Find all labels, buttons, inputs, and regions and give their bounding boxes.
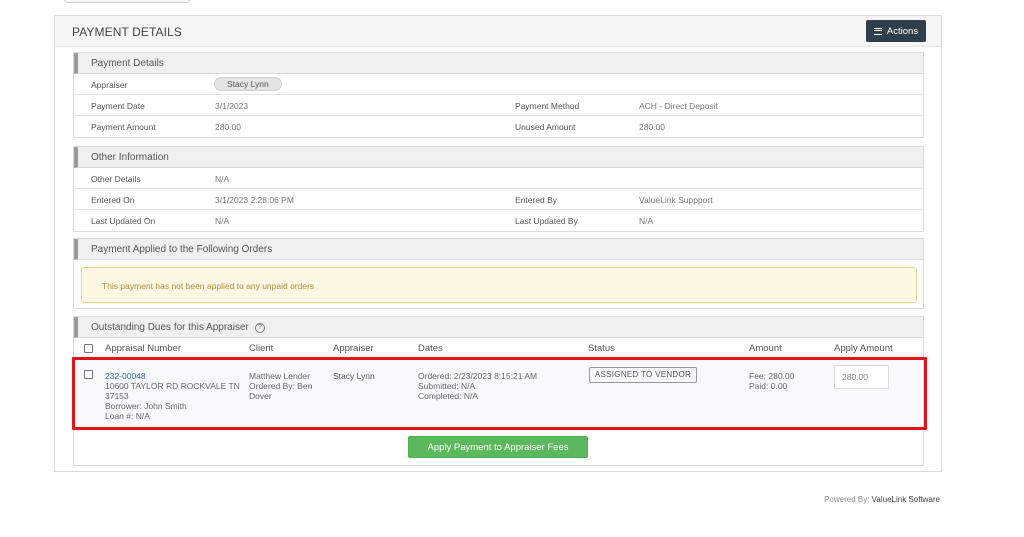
top-toolbar-button[interactable] <box>64 0 190 3</box>
entered-on-value: 3/1/2023 2:28:06 PM <box>215 195 294 205</box>
appraiser-label: Appraiser <box>91 80 128 90</box>
payment-method-value: ACH - Direct Deposit <box>639 101 718 111</box>
payment-amount-value: 280.00 <box>215 122 241 132</box>
appraiser-row: Appraiser Stacy Lynn <box>74 74 923 95</box>
last-updated-by-label: Last Updated By <box>515 216 578 226</box>
actions-button[interactable]: Actions <box>866 20 926 42</box>
select-all-checkbox[interactable] <box>84 344 93 353</box>
help-icon[interactable]: ? <box>254 323 265 333</box>
other-details-value: N/A <box>215 174 230 184</box>
section-header: Payment Details <box>74 53 923 74</box>
section-header: Payment Applied to the Following Orders <box>74 239 923 260</box>
entered-on-label: Entered On <box>91 195 135 205</box>
entered-row: Entered On 3/1/2023 2:28:06 PM Entered B… <box>74 189 923 210</box>
last-updated-row: Last Updated On N/A Last Updated By N/A <box>74 210 923 231</box>
appraiser-pill: Stacy Lynn <box>214 77 282 91</box>
menu-icon <box>873 27 882 35</box>
warning-alert: This payment has not been applied to any… <box>81 267 917 303</box>
payment-amount-label: Payment Amount <box>91 122 156 132</box>
applied-orders-section: Payment Applied to the Following Orders … <box>73 238 924 309</box>
alert-text: This payment has not been applied to any… <box>102 281 315 291</box>
column-apply-amount[interactable]: Apply Amount <box>834 343 893 354</box>
column-amount[interactable]: Amount <box>749 343 782 354</box>
unused-amount-label: Unused Amount <box>515 122 576 132</box>
section-title: Other Information <box>91 152 169 163</box>
footer: Powered By: ValueLink Software <box>824 495 940 504</box>
entered-by-label: Entered By <box>515 195 558 205</box>
column-client[interactable]: Client <box>249 343 273 354</box>
powered-by-text: Powered By: <box>824 495 870 504</box>
payment-amount-row: Payment Amount 280.00 Unused Amount 280.… <box>74 116 923 137</box>
table-header: Appraisal Number Client Appraiser Dates … <box>74 338 923 358</box>
section-header: Outstanding Dues for this Appraiser? <box>74 317 923 338</box>
section-header: Other Information <box>74 147 923 168</box>
last-updated-on-label: Last Updated On <box>91 216 156 226</box>
other-details-row: Other Details N/A <box>74 168 923 189</box>
other-information-section: Other Information Other Details N/A Ente… <box>73 146 924 232</box>
entered-by-value: ValueLink Suppport <box>639 195 713 205</box>
column-status[interactable]: Status <box>588 343 615 354</box>
section-title: Outstanding Dues for this Appraiser? <box>91 322 265 333</box>
actions-label: Actions <box>886 25 919 37</box>
payment-date-value: 3/1/2023 <box>215 101 249 111</box>
highlight-box <box>72 357 927 430</box>
payment-method-label: Payment Method <box>515 101 580 111</box>
panel-header: PAYMENT DETAILS Actions <box>55 16 941 47</box>
last-updated-by-value: N/A <box>639 216 654 226</box>
payment-details-panel: PAYMENT DETAILS Actions Payment Details … <box>54 15 942 472</box>
payment-date-row: Payment Date 3/1/2023 Payment Method ACH… <box>74 95 923 116</box>
column-dates[interactable]: Dates <box>418 343 443 354</box>
payment-date-label: Payment Date <box>91 101 145 111</box>
other-details-label: Other Details <box>91 174 141 184</box>
page-title: PAYMENT DETAILS <box>72 25 182 39</box>
column-appraiser[interactable]: Appraiser <box>333 343 374 354</box>
section-title: Payment Applied to the Following Orders <box>91 244 273 255</box>
brand-link[interactable]: ValueLink Software <box>872 495 940 504</box>
column-appraisal-number[interactable]: Appraisal Number <box>105 343 181 354</box>
apply-payment-button[interactable]: Apply Payment to Appraiser Fees <box>408 436 588 458</box>
unused-amount-value: 280.00 <box>639 122 665 132</box>
last-updated-on-value: N/A <box>215 216 230 226</box>
section-title-text: Outstanding Dues for this Appraiser <box>91 322 249 333</box>
section-title: Payment Details <box>91 58 164 69</box>
payment-details-section: Payment Details Appraiser Stacy Lynn Pay… <box>73 52 924 138</box>
